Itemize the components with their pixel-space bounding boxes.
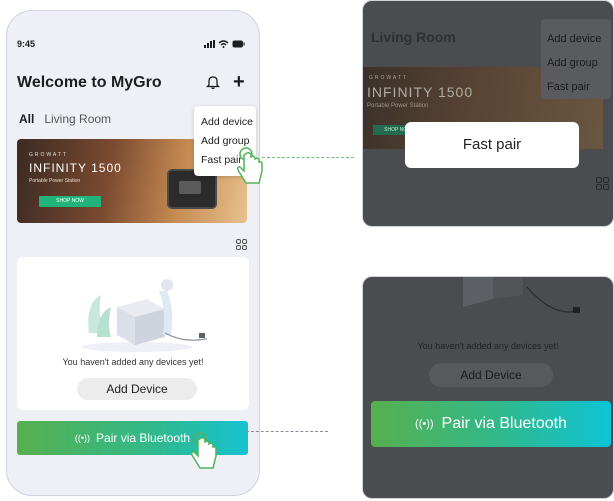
battery-icon (232, 40, 245, 48)
zoom-empty-box-illustration (463, 277, 580, 313)
zoom-room-title: Living Room (371, 29, 456, 45)
add-device-button[interactable]: Add Device (77, 378, 197, 400)
fast-pair-zoom-panel: Living Room GROWATT INFINITY 1500 Portab… (362, 0, 614, 227)
zoom-add-device-button: Add Device (429, 363, 553, 387)
banner-brand: GROWATT (29, 152, 68, 158)
empty-box-illustration (82, 279, 207, 352)
callout-connector (262, 157, 354, 158)
pair-bluetooth-label: Pair via Bluetooth (96, 431, 191, 445)
grid-view-icon[interactable] (236, 239, 247, 250)
zoom-banner-brand: GROWATT (369, 75, 408, 81)
menu-item-add-device[interactable]: Add device (201, 113, 256, 132)
signal-icon (204, 40, 215, 48)
zoom-menu-item-add-device: Add device (547, 33, 602, 45)
banner-subtitle: Portable Power Station (29, 178, 81, 184)
page-title: Welcome to MyGro (17, 74, 162, 91)
fast-pair-highlight[interactable]: Fast pair (405, 122, 579, 168)
empty-devices-card: You haven't added any devices yet! Add D… (17, 257, 249, 410)
bluetooth-zoom-panel: You haven't added any devices yet! Add D… (362, 276, 614, 499)
empty-message: You haven't added any devices yet! (62, 357, 204, 367)
banner-product: INFINITY 1500 (29, 161, 122, 175)
callout-connector (246, 431, 328, 432)
bell-icon[interactable] (206, 74, 220, 90)
status-icons (204, 40, 245, 48)
tap-hand-icon (191, 432, 217, 469)
shop-now-button[interactable]: SHOP NOW (39, 196, 101, 207)
tab-living-room[interactable]: Living Room (44, 112, 111, 126)
zoom-banner-subtitle: Portable Power Station (367, 103, 429, 109)
wifi-icon (218, 40, 229, 48)
zoom-menu-item-add-group: Add group (547, 57, 598, 69)
zoom-menu-item-fast-pair: Fast pair (547, 81, 590, 93)
add-icon[interactable]: + (233, 72, 245, 92)
tab-all[interactable]: All (19, 112, 34, 126)
zoom-banner-product: INFINITY 1500 (367, 84, 474, 100)
room-tabs: All Living Room (19, 112, 111, 126)
bluetooth-signal-icon: ((•)) (74, 433, 91, 443)
status-bar: 9:45 (17, 36, 245, 52)
zoom-pair-bluetooth-button[interactable]: ((•)) Pair via Bluetooth (371, 401, 611, 447)
phone-screen: 9:45 Welcome to MyGro + All Living Room … (6, 10, 260, 496)
tap-hand-icon (237, 147, 263, 184)
zoom-add-menu: Add device Add group Fast pair (541, 19, 611, 99)
zoom-pair-bluetooth-label: Pair via Bluetooth (441, 415, 567, 432)
zoom-empty-message: You haven't added any devices yet! (417, 341, 559, 351)
status-time: 9:45 (17, 39, 36, 49)
zoom-grid-view-icon (596, 177, 609, 190)
zoom-bluetooth-signal-icon: ((•)) (415, 418, 434, 430)
